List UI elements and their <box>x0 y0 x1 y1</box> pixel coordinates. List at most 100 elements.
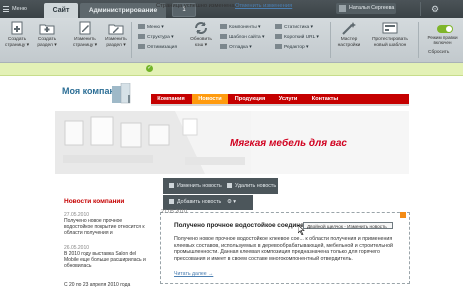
debug-label: Отладка ▾ <box>229 44 252 50</box>
edit-section-label: Изменить раздел ▾ <box>105 37 127 48</box>
undo-changes-link[interactable]: Отменить изменения <box>235 2 292 10</box>
news-add-toolbar: Добавить новость ⚙ ▾ <box>163 195 253 210</box>
test-template-button[interactable]: Протестировать новый шаблон <box>367 21 413 48</box>
delete-news-label: Удалить новость <box>235 183 277 189</box>
nav-underline <box>151 104 409 106</box>
nav-company[interactable]: Компания <box>151 94 191 104</box>
news-item[interactable]: В 2010 году выставка Salon del Mobile ещ… <box>64 251 148 270</box>
new-section-icon <box>39 24 55 35</box>
tab-site[interactable]: Сайт <box>44 3 78 18</box>
plus-icon <box>169 199 174 205</box>
news-section-title[interactable]: Новости компании <box>64 198 124 205</box>
edit-page-icon <box>79 21 91 35</box>
menu-button[interactable]: Меню <box>0 0 38 18</box>
divider <box>418 22 419 58</box>
news-body: Получено новое прочное водостойкое клеев… <box>174 236 393 262</box>
components-dropdown[interactable]: Компоненты ▾ <box>220 24 260 31</box>
setup-wizard-button[interactable]: Мастер настройки <box>336 21 362 48</box>
site-template-label: Шаблон сайта ▾ <box>229 34 265 40</box>
debug-dropdown[interactable]: Отладка ▾ <box>220 44 252 51</box>
structure-dropdown[interactable]: Структура ▾ <box>138 34 174 41</box>
create-page-label: Создать страницу ▾ <box>4 37 30 48</box>
gear-icon[interactable]: ⚙ <box>430 4 440 14</box>
news-item[interactable]: С 20 по 23 апреля 2010 года <box>64 282 148 288</box>
nav-products[interactable]: Продукция <box>229 94 271 104</box>
add-news-button[interactable]: Добавить новость <box>169 195 221 210</box>
mouse-cursor-icon <box>298 225 305 235</box>
create-section-label: Создать раздел ▾ <box>37 37 57 48</box>
settings-button[interactable]: ⚙ ▾ <box>227 195 236 210</box>
news-item[interactable]: Получено новое прочное водостойкое покры… <box>64 218 148 237</box>
delete-news-button[interactable]: Удалить новость <box>227 178 276 194</box>
hamburger-icon <box>3 6 9 12</box>
check-icon: ✓ <box>146 65 153 72</box>
debug-icon <box>220 44 227 49</box>
test-template-label: Протестировать новый шаблон <box>372 37 408 48</box>
nav-news[interactable]: Новости <box>192 94 228 104</box>
edit-mode-toggle[interactable] <box>437 25 453 33</box>
toggle-knob <box>446 26 452 32</box>
optimization-icon <box>138 44 145 49</box>
avatar <box>339 5 346 12</box>
news-heading[interactable]: Получено прочное водостойкое соединение <box>174 222 315 229</box>
structure-label: Структура ▾ <box>147 34 174 40</box>
edit-mode-label: Режим правки включен <box>427 35 458 45</box>
read-more-link[interactable]: Читать далее → <box>174 271 213 277</box>
status-bar: ✓ <box>0 63 463 76</box>
editor-icon <box>275 44 282 49</box>
edit-page-label: Изменить страницу ▾ <box>72 37 98 48</box>
wizard-icon <box>342 22 356 35</box>
menu-dropdown-label: Меню ▾ <box>147 24 164 30</box>
template-icon <box>382 22 398 34</box>
user-name: Наталья Сергеева <box>349 5 395 11</box>
news-edit-toolbar: Изменить новость Удалить новость <box>163 178 278 194</box>
tab-administration[interactable]: Администрирование <box>80 3 166 18</box>
short-url-label: Короткий URL ▾ <box>284 34 319 40</box>
status-message: Страница успешно изменена. <box>156 3 237 9</box>
nav-contacts[interactable]: Контакты <box>305 94 345 104</box>
optimization-label: Оптимизация <box>147 44 178 50</box>
reset-button[interactable]: Сбросить <box>428 50 449 55</box>
edit-section-icon <box>108 24 124 35</box>
menu-dropdown[interactable]: Меню ▾ <box>138 24 164 31</box>
short-url-dropdown[interactable]: Короткий URL ▾ <box>275 34 319 41</box>
rss-icon[interactable] <box>400 212 406 218</box>
link-icon <box>275 34 282 39</box>
pencil-icon <box>169 183 174 189</box>
menu-icon <box>138 24 145 29</box>
statistics-label: Статистика ▾ <box>284 24 313 30</box>
add-news-label: Добавить новость <box>177 199 222 205</box>
edit-news-button[interactable]: Изменить новость <box>169 178 222 194</box>
edit-page-button[interactable]: Изменить страницу ▾ <box>71 21 99 48</box>
optimization-button[interactable]: Оптимизация <box>138 44 177 51</box>
edit-news-label: Изменить новость <box>177 183 222 189</box>
divider <box>420 2 421 16</box>
setup-wizard-label: Мастер настройки <box>337 37 361 48</box>
create-section-button[interactable]: Создать раздел ▾ <box>34 21 60 48</box>
refresh-cache-icon <box>195 22 207 34</box>
components-icon <box>220 24 227 29</box>
divider <box>131 22 132 58</box>
nav-services[interactable]: Услуги <box>272 94 304 104</box>
editor-dropdown[interactable]: Редактор ▾ <box>275 44 308 51</box>
structure-icon <box>138 34 145 39</box>
edit-section-button[interactable]: Изменить раздел ▾ <box>103 21 129 48</box>
site-template-dropdown[interactable]: Шаблон сайта ▾ <box>220 34 264 41</box>
menu-label: Меню <box>12 6 27 12</box>
new-page-icon <box>11 21 23 35</box>
close-icon <box>227 183 232 189</box>
components-label: Компоненты ▾ <box>229 24 261 30</box>
template-icon <box>220 34 227 39</box>
main-navigation: Компания Новости Продукция Услуги Контак… <box>151 94 409 104</box>
user-menu[interactable]: Наталья Сергеева <box>336 3 396 14</box>
statistics-dropdown[interactable]: Статистика ▾ <box>275 24 313 31</box>
banner-slogan: Мягкая мебель для вас <box>230 138 347 149</box>
statistics-icon <box>275 24 282 29</box>
create-page-button[interactable]: Создать страницу ▾ <box>4 21 30 48</box>
clear-cache-button[interactable]: Обновить кэш ▾ <box>187 21 215 48</box>
editor-label: Редактор ▾ <box>284 44 309 50</box>
news-date: 27.05.2010 <box>161 209 187 215</box>
logo-icon <box>112 83 131 104</box>
edit-tooltip: Двойной щелчок - Изменить новость <box>303 222 393 229</box>
divider <box>330 22 331 58</box>
